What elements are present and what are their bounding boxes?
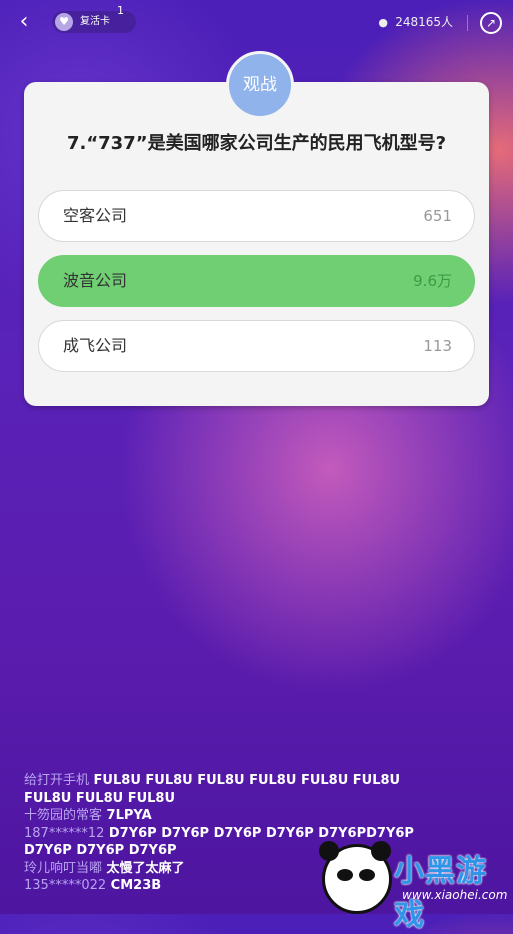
option-label: 波音公司 — [63, 271, 128, 290]
option-count: 113 — [423, 337, 452, 355]
divider — [467, 15, 468, 31]
option-airbus[interactable]: 空客公司 651 — [38, 190, 475, 242]
chat-text: 太慢了太麻了 — [106, 860, 185, 876]
share-icon: ↗ — [485, 16, 497, 30]
chat-user: 给打开手机 — [24, 773, 90, 788]
back-button[interactable]: ‹ — [12, 10, 36, 34]
revive-card-label: 复活卡 — [80, 16, 110, 27]
chat-message: 给打开手机 FUL8U FUL8U FUL8U FUL8U FUL8U FUL8… — [24, 772, 444, 807]
option-boeing[interactable]: 波音公司 9.6万 — [38, 255, 475, 307]
panda-logo-icon — [319, 841, 392, 914]
viewer-count: ● 248165人 — [377, 14, 453, 31]
revive-card-count: 1 — [117, 4, 124, 17]
chat-message: 十笏园的常客 7LPYA — [24, 807, 444, 825]
top-bar: ‹ ♥ 复活卡 1 ● 248165人 ↗ — [0, 0, 513, 46]
question-card: 7.“737”是美国哪家公司生产的民用飞机型号? 空客公司 651 波音公司 9… — [24, 82, 489, 406]
option-count: 651 — [423, 207, 452, 225]
chat-user: 玲儿响叮当嘟 — [24, 860, 103, 876]
chat-user: 135*****022 — [24, 878, 107, 893]
heart-icon: ♥ — [55, 13, 73, 31]
watch-mode-badge: 观战 — [226, 51, 294, 119]
chat-text: 7LPYA — [106, 808, 152, 823]
share-button[interactable]: ↗ — [480, 12, 502, 34]
chat-user: 187******12 — [24, 825, 105, 841]
chat-text: CM23B — [110, 878, 162, 893]
chat-user: 十笏园的常客 — [24, 808, 103, 823]
question-text: 7.“737”是美国哪家公司生产的民用飞机型号? — [66, 133, 447, 154]
user-icon: ● — [378, 16, 388, 29]
viewer-count-text: 248165人 — [395, 15, 453, 29]
option-chengfei[interactable]: 成飞公司 113 — [38, 320, 475, 372]
option-label: 空客公司 — [63, 206, 128, 225]
watermark-url: www.xiaohei.com — [402, 888, 508, 902]
site-watermark: 小黑游戏 www.xiaohei.com — [318, 838, 513, 933]
option-count: 9.6万 — [413, 272, 452, 290]
chevron-left-icon: ‹ — [19, 9, 29, 34]
option-label: 成飞公司 — [63, 336, 128, 355]
